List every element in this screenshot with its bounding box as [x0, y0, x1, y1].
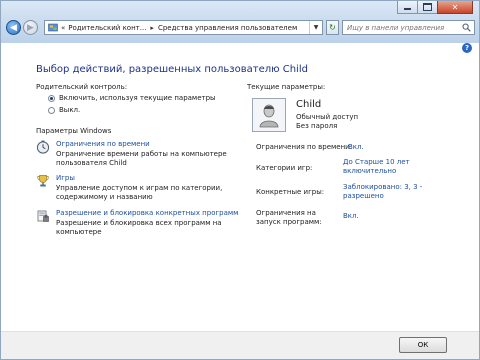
radio-enable[interactable]: Включить, используя текущие параметры [48, 94, 216, 102]
clock-icon [36, 140, 50, 154]
account-type: Обычный доступ [296, 113, 359, 121]
programs-desc-line-2: компьютере [56, 228, 102, 236]
radio-enable-label[interactable]: Включить, используя текущие параметры [59, 94, 216, 102]
games-link[interactable]: Игры [56, 174, 75, 182]
ok-button[interactable]: ОК [399, 337, 447, 353]
breadcrumb-parental-control[interactable]: Родительский конт... [68, 24, 146, 32]
current-settings-label: Текущие параметры: [247, 83, 326, 91]
program-limits-key: Ограничения на запуск программ: [256, 209, 322, 227]
program-limits-value[interactable]: Вкл. [343, 212, 359, 221]
time-limits-desc-line-1: Ограничение времени работы на компьютере [56, 150, 227, 158]
programs-item: Разрешение и блокировка конкретных прогр… [36, 209, 246, 236]
specific-games-value-line-1[interactable]: Заблокировано: 3, 3 - [343, 183, 422, 192]
game-categories-value-line-2[interactable]: включительно [343, 167, 410, 176]
breadcrumb-user-controls[interactable]: Средства управления пользователем [158, 24, 297, 32]
program-limits-key-line-1: Ограничения на [256, 209, 316, 217]
games-desc-line-2: содержимому и названию [56, 193, 153, 201]
breadcrumb-overflow[interactable]: « [61, 24, 65, 32]
maximize-button[interactable] [417, 1, 438, 14]
search-icon[interactable] [462, 23, 471, 32]
maximize-icon [423, 3, 432, 11]
forward-arrow-icon: ▶ [27, 22, 34, 33]
specific-games-value[interactable]: Заблокировано: 3, 3 - разрешено [343, 183, 422, 201]
forward-button[interactable]: ▶ [23, 20, 38, 35]
time-limits-link[interactable]: Ограничения по времени [56, 140, 150, 148]
breadcrumb-separator-icon[interactable]: ▸ [150, 24, 154, 32]
time-limits-key: Ограничения по времени: [256, 143, 353, 151]
radio-off-indicator[interactable] [48, 106, 55, 114]
time-limits-desc-line-2: пользователя Child [56, 159, 127, 167]
footer-bar: ОК [1, 331, 479, 359]
games-desc-line-1: Управление доступом к играм по категории… [56, 184, 223, 192]
search-input[interactable] [343, 23, 457, 32]
programs-icon [37, 210, 49, 222]
game-categories-value[interactable]: До Старше 10 лет включительно [343, 158, 410, 176]
user-name: Child [296, 99, 322, 110]
radio-off-label[interactable]: Выкл. [59, 106, 80, 114]
page-title: Выбор действий, разрешенных пользователю… [36, 64, 308, 75]
time-limits-value[interactable]: Вкл. [348, 143, 364, 152]
address-dropdown-icon[interactable]: ▼ [309, 21, 322, 34]
games-item: Игры Управление доступом к играм по кате… [36, 174, 246, 201]
password-status: Без пароля [296, 122, 338, 130]
caption-buttons: ✕ [397, 1, 473, 14]
radio-off[interactable]: Выкл. [48, 106, 80, 114]
programs-desc-line-1: Разрешение и блокировка всех программ на [56, 219, 222, 227]
back-button[interactable]: ◀ [6, 20, 21, 35]
user-figure-icon [259, 104, 279, 128]
search-box[interactable] [342, 20, 475, 35]
back-arrow-icon: ◀ [10, 22, 17, 33]
time-limits-description: Ограничение времени работы на компьютере… [56, 150, 227, 168]
refresh-icon: ↻ [329, 23, 336, 32]
window-chrome: ✕ ◀ ▶ « Родительский конт... ▸ Средства … [1, 1, 479, 43]
specific-games-key: Конкретные игры: [256, 188, 325, 196]
windows-settings-label: Параметры Windows [36, 127, 112, 135]
close-button[interactable]: ✕ [437, 1, 473, 14]
trophy-icon [37, 175, 49, 187]
program-limits-key-line-2: запуск программ: [256, 218, 322, 226]
game-categories-key: Категории игр: [256, 164, 313, 172]
programs-link[interactable]: Разрешение и блокировка конкретных прогр… [56, 209, 238, 217]
time-limits-item: Ограничения по времени Ограничение време… [36, 140, 246, 167]
main-content: Выбор действий, разрешенных пользователю… [1, 43, 479, 331]
address-bar[interactable]: « Родительский конт... ▸ Средства управл… [44, 20, 323, 35]
user-controls-window: ✕ ◀ ▶ « Родительский конт... ▸ Средства … [0, 0, 480, 360]
programs-description: Разрешение и блокировка всех программ на… [56, 219, 222, 237]
radio-enable-indicator[interactable] [48, 94, 55, 102]
minimize-icon [404, 8, 411, 10]
specific-games-value-line-2[interactable]: разрешено [343, 192, 422, 201]
close-icon: ✕ [451, 2, 459, 12]
refresh-button[interactable]: ↻ [326, 20, 339, 35]
games-description: Управление доступом к играм по категории… [56, 184, 222, 202]
minimize-button[interactable] [397, 1, 418, 14]
control-panel-icon [48, 23, 58, 31]
parental-control-label: Родительский контроль: [36, 83, 128, 91]
game-categories-value-line-1[interactable]: До Старше 10 лет [343, 158, 410, 167]
avatar [252, 98, 286, 132]
